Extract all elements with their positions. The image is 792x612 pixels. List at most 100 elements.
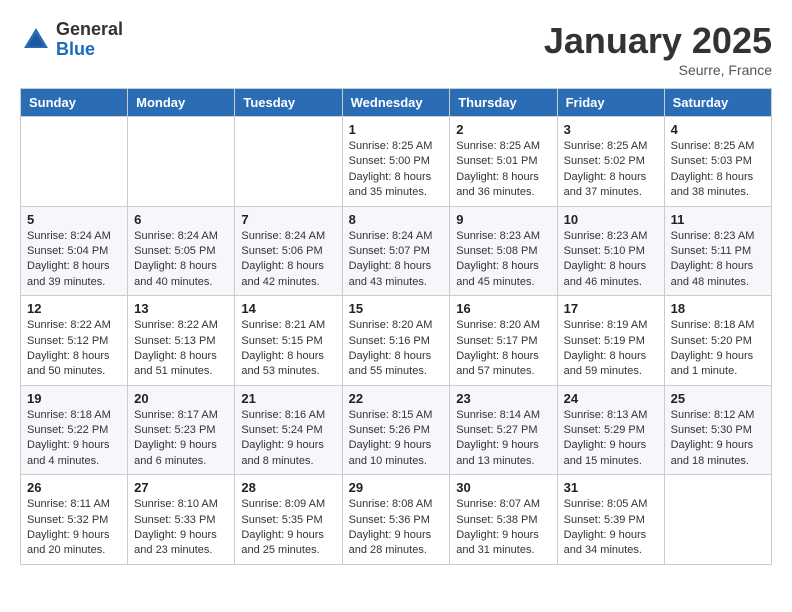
sunrise-text: Sunrise: 8:23 AM [456,229,550,244]
sunrise-text: Sunrise: 8:13 AM [564,408,658,423]
day-number: 4 [671,122,765,137]
sunrise-text: Sunrise: 8:11 AM [27,497,121,512]
day-info: Sunrise: 8:07 AMSunset: 5:38 PMDaylight:… [456,497,550,559]
day-number: 16 [456,301,550,316]
day-info: Sunrise: 8:20 AMSunset: 5:16 PMDaylight:… [349,318,444,380]
sunrise-text: Sunrise: 8:24 AM [349,229,444,244]
sunset-text: Sunset: 5:17 PM [456,334,550,349]
daylight-text: Daylight: 9 hours and 13 minutes. [456,438,550,469]
daylight-text: Daylight: 8 hours and 59 minutes. [564,349,658,380]
day-number: 11 [671,212,765,227]
calendar-cell [128,117,235,207]
daylight-text: Daylight: 9 hours and 1 minute. [671,349,765,380]
daylight-text: Daylight: 8 hours and 46 minutes. [564,259,658,290]
calendar-week-row: 1 Sunrise: 8:25 AMSunset: 5:00 PMDaylight… [21,117,772,207]
day-number: 7 [241,212,335,227]
day-info: Sunrise: 8:23 AMSunset: 5:08 PMDaylight:… [456,229,550,291]
calendar-cell [21,117,128,207]
weekday-header: Monday [128,89,235,117]
sunrise-text: Sunrise: 8:25 AM [671,139,765,154]
calendar-cell: 8Sunrise: 8:24 AMSunset: 5:07 PMDaylight… [342,206,450,296]
sunset-text: Sunset: 5:03 PM [671,154,765,169]
calendar-cell [664,475,771,565]
sunset-text: Sunset: 5:13 PM [134,334,228,349]
calendar-cell: 24Sunrise: 8:13 AMSunset: 5:29 PMDayligh… [557,385,664,475]
day-info: Sunrise: 8:23 AMSunset: 5:10 PMDaylight:… [564,229,658,291]
daylight-text: Daylight: 8 hours and 48 minutes. [671,259,765,290]
day-info: Sunrise: 8:19 AMSunset: 5:19 PMDaylight:… [564,318,658,380]
daylight-text: Daylight: 8 hours and 50 minutes. [27,349,121,380]
sunrise-text: Sunrise: 8:09 AM [241,497,335,512]
sunset-text: Sunset: 5:02 PM [564,154,658,169]
daylight-text: Daylight: 8 hours and 43 minutes. [349,259,444,290]
daylight-text: Daylight: 8 hours and 38 minutes. [671,170,765,201]
sunset-text: Sunset: 5:30 PM [671,423,765,438]
sunset-text: Sunset: 5:12 PM [27,334,121,349]
weekday-header: Friday [557,89,664,117]
calendar-cell: 30Sunrise: 8:07 AMSunset: 5:38 PMDayligh… [450,475,557,565]
sunset-text: Sunset: 5:27 PM [456,423,550,438]
sunset-text: Sunset: 5:16 PM [349,334,444,349]
day-number: 13 [134,301,228,316]
logo-text: General Blue [56,20,123,60]
day-number: 5 [27,212,121,227]
sunrise-text: Sunrise: 8:24 AM [241,229,335,244]
day-number: 14 [241,301,335,316]
day-number: 23 [456,391,550,406]
calendar-cell: 15Sunrise: 8:20 AMSunset: 5:16 PMDayligh… [342,296,450,386]
sunset-text: Sunset: 5:36 PM [349,513,444,528]
sunrise-text: Sunrise: 8:10 AM [134,497,228,512]
sunrise-text: Sunrise: 8:07 AM [456,497,550,512]
sunrise-text: Sunrise: 8:08 AM [349,497,444,512]
sunset-text: Sunset: 5:06 PM [241,244,335,259]
day-number: 3 [564,122,658,137]
sunrise-text: Sunrise: 8:15 AM [349,408,444,423]
sunset-text: Sunset: 5:29 PM [564,423,658,438]
calendar-cell: 6Sunrise: 8:24 AMSunset: 5:05 PMDaylight… [128,206,235,296]
day-number: 1 [349,122,444,137]
calendar-cell: 1 Sunrise: 8:25 AMSunset: 5:00 PMDaylight… [342,117,450,207]
sunset-text: Sunset: 5:26 PM [349,423,444,438]
daylight-text: Daylight: 9 hours and 25 minutes. [241,528,335,559]
day-info: Sunrise: 8:17 AMSunset: 5:23 PMDaylight:… [134,408,228,470]
sunset-text: Sunset: 5:24 PM [241,423,335,438]
page-header: General Blue January 2025 Seurre, France [20,20,772,78]
day-info: Sunrise: 8:22 AMSunset: 5:12 PMDaylight:… [27,318,121,380]
day-info: Sunrise: 8:10 AMSunset: 5:33 PMDaylight:… [134,497,228,559]
sunset-text: Sunset: 5:23 PM [134,423,228,438]
day-info: Sunrise: 8:18 AMSunset: 5:22 PMDaylight:… [27,408,121,470]
day-number: 22 [349,391,444,406]
day-number: 9 [456,212,550,227]
sunset-text: Sunset: 5:19 PM [564,334,658,349]
day-info: Sunrise: 8:09 AMSunset: 5:35 PMDaylight:… [241,497,335,559]
calendar-cell [235,117,342,207]
daylight-text: Daylight: 8 hours and 36 minutes. [456,170,550,201]
calendar-cell: 20Sunrise: 8:17 AMSunset: 5:23 PMDayligh… [128,385,235,475]
calendar-cell: 18Sunrise: 8:18 AMSunset: 5:20 PMDayligh… [664,296,771,386]
sunset-text: Sunset: 5:35 PM [241,513,335,528]
daylight-text: Daylight: 9 hours and 8 minutes. [241,438,335,469]
logo: General Blue [20,20,123,60]
weekday-header-row: SundayMondayTuesdayWednesdayThursdayFrid… [21,89,772,117]
calendar-cell: 2Sunrise: 8:25 AMSunset: 5:01 PMDaylight… [450,117,557,207]
daylight-text: Daylight: 8 hours and 37 minutes. [564,170,658,201]
weekday-header: Tuesday [235,89,342,117]
calendar-week-row: 5 Sunrise: 8:24 AM Sunset: 5:04 PM Daylight… [21,206,772,296]
day-number: 10 [564,212,658,227]
day-info: Sunrise: 8:05 AMSunset: 5:39 PMDaylight:… [564,497,658,559]
calendar-cell: 3Sunrise: 8:25 AMSunset: 5:02 PMDaylight… [557,117,664,207]
sunset-text: Sunset: 5:33 PM [134,513,228,528]
sunrise-text: Sunrise: 8:21 AM [241,318,335,333]
day-info: Sunrise: 8:18 AMSunset: 5:20 PMDaylight:… [671,318,765,380]
day-info: Sunrise: 8:08 AMSunset: 5:36 PMDaylight:… [349,497,444,559]
calendar-table: SundayMondayTuesdayWednesdayThursdayFrid… [20,88,772,565]
calendar-week-row: 12Sunrise: 8:22 AMSunset: 5:12 PMDayligh… [21,296,772,386]
sunrise-text: Sunrise: 8:16 AM [241,408,335,423]
daylight-text: Daylight: 8 hours and 35 minutes. [349,170,444,201]
sunset-text: Sunset: 5:04 PM [27,244,121,259]
day-info: Sunrise: 8:24 AMSunset: 5:05 PMDaylight:… [134,229,228,291]
calendar-cell: 16Sunrise: 8:20 AMSunset: 5:17 PMDayligh… [450,296,557,386]
day-info: Sunrise: 8:25 AMSunset: 5:00 PMDaylight:… [349,139,444,201]
sunset-text: Sunset: 5:01 PM [456,154,550,169]
day-number: 21 [241,391,335,406]
